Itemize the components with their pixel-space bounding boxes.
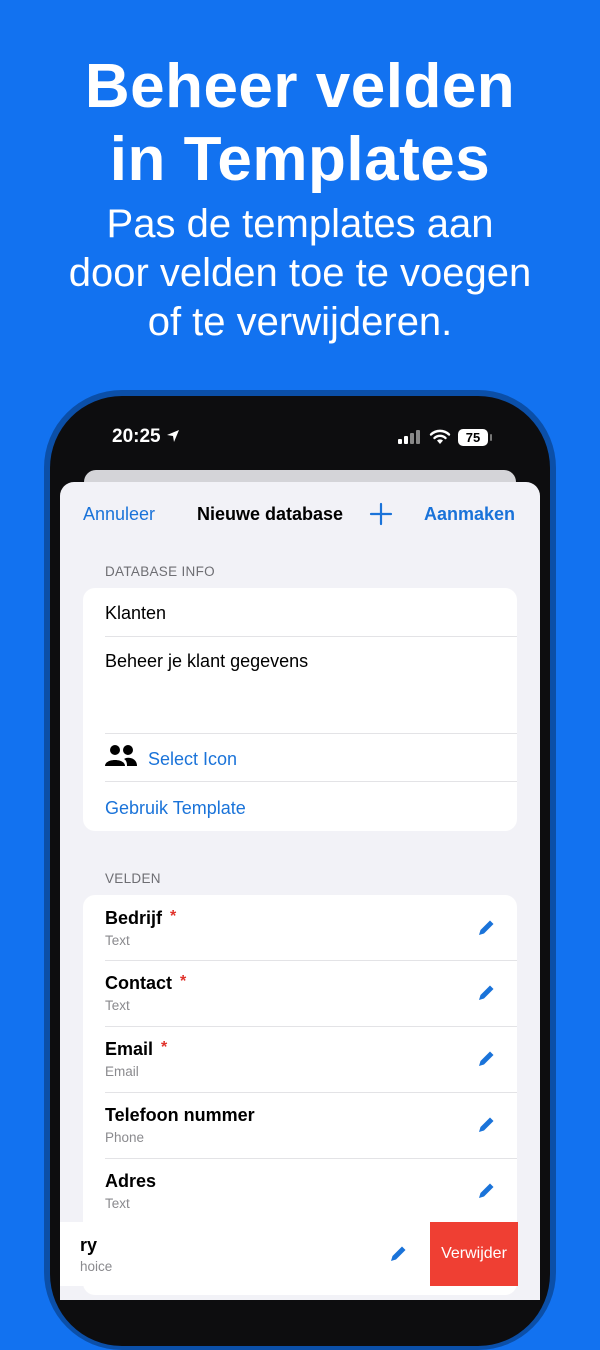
field-name-text: Telefoon nummer: [105, 1105, 255, 1125]
promo-subtitle: Pas de templates aan door velden toe te …: [0, 200, 600, 347]
create-button[interactable]: Aanmaken: [424, 504, 515, 525]
required-marker: *: [180, 973, 187, 990]
status-bar-indicators: 75: [398, 427, 492, 447]
database-name-input[interactable]: Klanten: [105, 603, 166, 624]
pencil-icon[interactable]: [388, 1244, 408, 1264]
field-type: Text: [105, 998, 130, 1013]
battery-icon: 75: [458, 428, 492, 446]
status-time-text: 20:25: [112, 426, 161, 447]
delete-button[interactable]: Verwijder: [430, 1222, 518, 1286]
location-arrow-icon: [166, 430, 179, 442]
field-name: Contact *: [105, 973, 186, 994]
nav-title: Nieuwe database: [197, 504, 344, 524]
field-row-swiped[interactable]: ry hoice Verwijder: [60, 1222, 540, 1288]
swiped-row-content[interactable]: ry hoice: [60, 1222, 432, 1286]
pencil-icon[interactable]: [476, 1115, 496, 1135]
database-description-input[interactable]: Beheer je klant gegevens: [105, 651, 308, 672]
field-type: Text: [105, 1196, 130, 1211]
required-marker: *: [170, 908, 177, 925]
field-type: Text: [105, 933, 130, 948]
use-template-button[interactable]: Gebruik Template: [105, 798, 246, 819]
navigation-bar: Annuleer Nieuwe database Aanmaken: [60, 482, 540, 546]
field-row-bedrijf[interactable]: Bedrijf * Text: [83, 895, 517, 960]
field-row-email[interactable]: Email * Email: [83, 1027, 517, 1092]
plus-icon[interactable]: [369, 502, 393, 526]
cancel-button[interactable]: Annuleer: [83, 504, 155, 525]
field-name: Adres: [105, 1171, 164, 1192]
database-info-card: Klanten Beheer je klant gegevens Select …: [83, 588, 517, 831]
cellular-signal-icon: [398, 430, 420, 444]
field-name-text: Contact: [105, 973, 172, 993]
fields-header: VELDEN: [105, 871, 161, 886]
pencil-icon[interactable]: [476, 918, 496, 938]
pencil-icon[interactable]: [476, 983, 496, 1003]
subtitle-line-2: door velden toe te voegen: [68, 251, 532, 295]
field-name-text: Email: [105, 1039, 154, 1059]
pencil-icon[interactable]: [476, 1181, 496, 1201]
field-row-adres[interactable]: Adres Text: [83, 1159, 517, 1224]
field-name: Email *: [105, 1039, 167, 1060]
field-name: ry: [80, 1235, 98, 1255]
select-icon-button[interactable]: Select Icon: [148, 749, 237, 770]
promo-headline: Beheer velden in Templates: [0, 50, 600, 196]
subtitle-line-1: Pas de templates aan: [106, 202, 494, 246]
database-info-header: DATABASE INFO: [105, 564, 215, 579]
pencil-icon[interactable]: [476, 1049, 496, 1069]
required-marker: *: [161, 1039, 168, 1056]
new-database-sheet: Annuleer Nieuwe database Aanmaken DATABA…: [60, 482, 540, 1300]
divider: [105, 733, 517, 734]
field-type: Phone: [105, 1130, 145, 1145]
field-name-text: Adres: [105, 1171, 157, 1191]
field-type: hoice: [80, 1259, 113, 1274]
field-row-telefoon[interactable]: Telefoon nummer Phone: [83, 1093, 517, 1158]
field-row-contact[interactable]: Contact * Text: [83, 961, 517, 1026]
status-bar-time: 20:25: [112, 424, 181, 450]
field-type: Email: [105, 1064, 139, 1079]
headline-line-2: in Templates: [109, 125, 491, 194]
field-name: Bedrijf *: [105, 908, 176, 929]
field-name: Telefoon nummer: [105, 1105, 263, 1126]
people-icon: [105, 745, 137, 766]
field-name-text: Bedrijf: [105, 908, 163, 928]
wifi-icon: [429, 429, 451, 444]
headline-line-1: Beheer velden: [84, 52, 516, 121]
subtitle-line-3: of te verwijderen.: [147, 300, 453, 344]
divider: [105, 781, 517, 782]
divider: [105, 636, 517, 637]
